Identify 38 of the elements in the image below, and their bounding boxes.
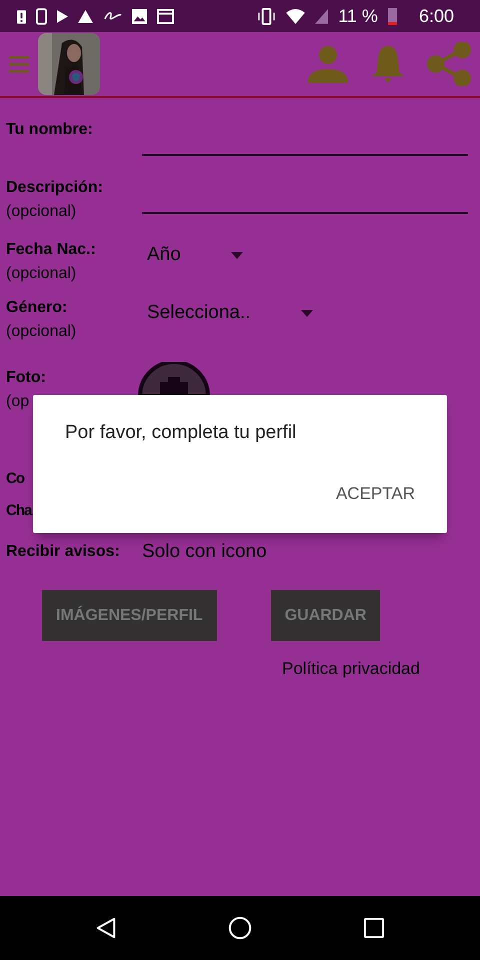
home-icon[interactable] (228, 916, 252, 940)
squiggle-icon (103, 11, 122, 21)
recents-icon[interactable] (364, 918, 384, 938)
notification-setting[interactable]: Solo con icono (142, 541, 267, 562)
calendar-icon (157, 8, 174, 24)
wifi-icon (286, 8, 306, 24)
field-label: Foto: (6, 368, 47, 388)
dropdown[interactable]: Selecciona.. (142, 296, 313, 324)
back-icon[interactable] (96, 917, 116, 939)
field-note: (op (6, 392, 30, 412)
field-note: (opcional) (6, 202, 78, 222)
field-label: Co (6, 469, 26, 489)
save-button[interactable]: GUARDAR (270, 590, 380, 641)
field-label: Descripción: (6, 178, 104, 198)
battery-alert-icon (17, 8, 26, 24)
vibrate-icon (257, 8, 276, 24)
caret-icon (230, 252, 243, 258)
dropdown[interactable]: Año (142, 238, 243, 266)
field-label: Cha (6, 501, 33, 521)
battery-percentage: 11 % (338, 6, 378, 26)
field-label: Fecha Nac.: (6, 240, 97, 260)
no-signal-icon (315, 8, 328, 24)
accept-button[interactable]: ACEPTAR (328, 480, 423, 508)
warning-icon (78, 10, 93, 22)
battery-icon (388, 8, 397, 24)
caret-icon (300, 310, 313, 316)
field-label: Tu nombre: (6, 120, 94, 140)
image-icon (132, 8, 147, 24)
clock: 6:00 (418, 6, 454, 26)
play-icon (57, 10, 68, 22)
field-note: (opcional) (6, 264, 78, 284)
field-note: (opcional) (6, 322, 78, 342)
privacy-link[interactable]: Política privacidad (282, 659, 420, 678)
images-profile-button[interactable]: IMÁGENES/PERFIL (42, 590, 217, 641)
field-label: Género: (6, 298, 68, 318)
dialog-message: Por favor, completa tu perfil (65, 422, 298, 444)
phone-icon (36, 8, 47, 24)
field-label: Recibir avisos: (6, 542, 121, 562)
